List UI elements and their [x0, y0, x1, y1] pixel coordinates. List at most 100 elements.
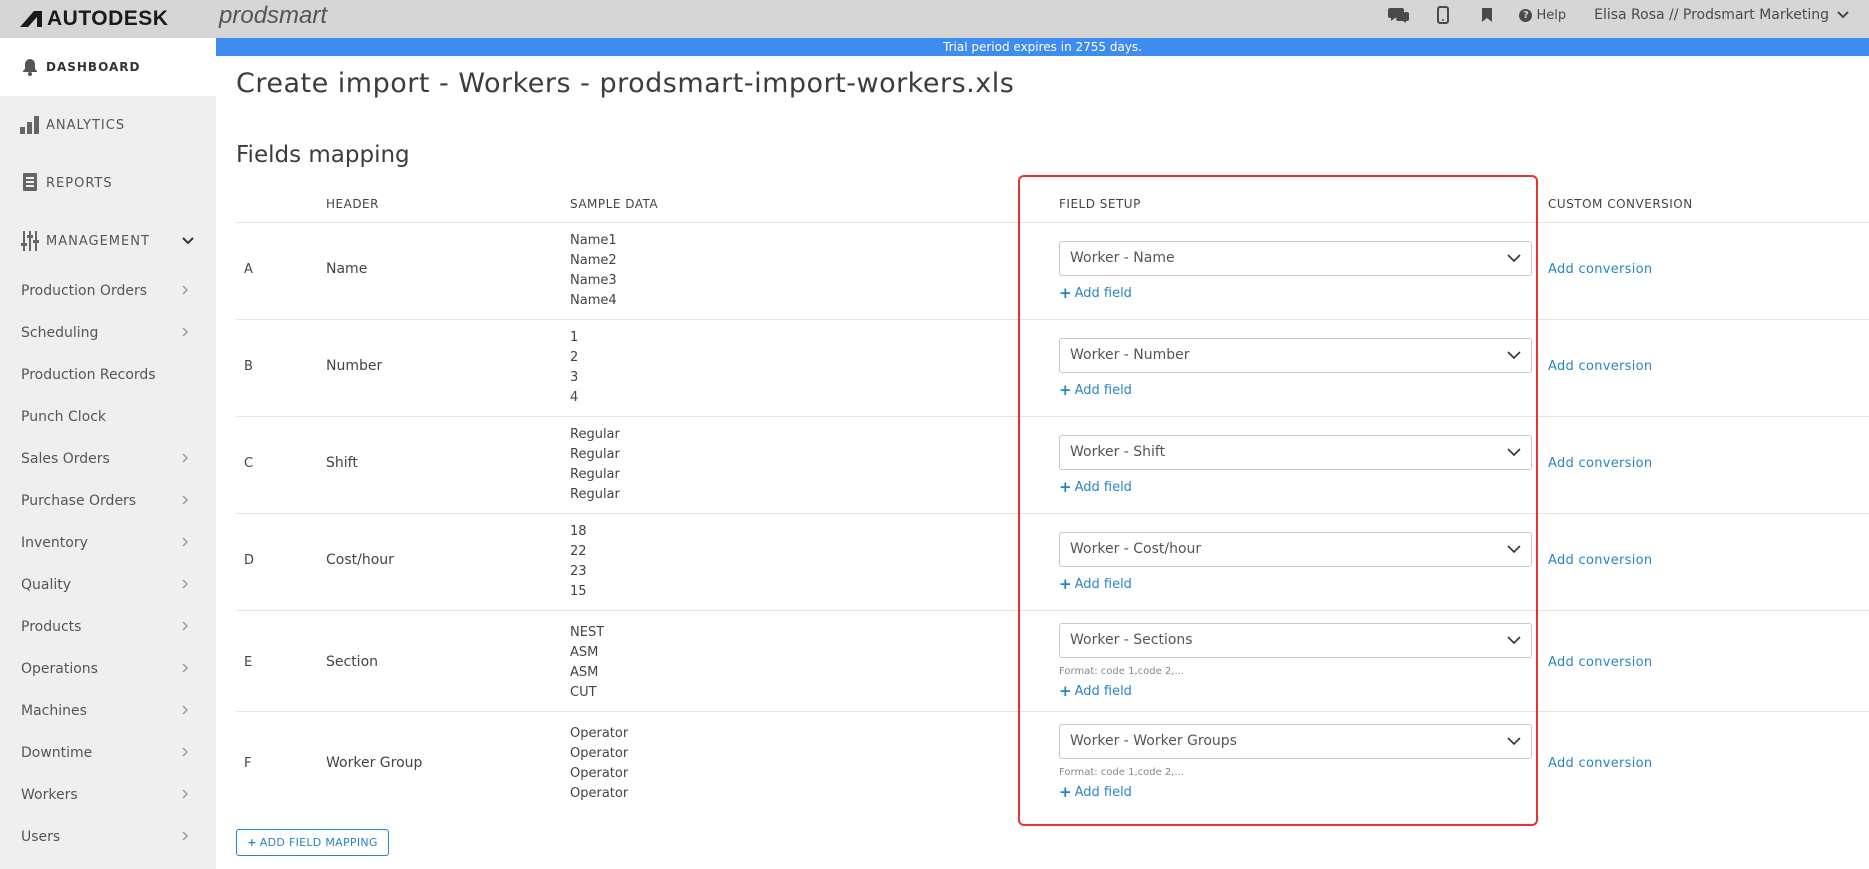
sample-value: 18	[570, 524, 587, 539]
column-letter: C	[244, 456, 254, 471]
sample-data: 1 2 3 4	[570, 328, 578, 408]
chevron-down-icon	[1507, 737, 1521, 746]
field-setup-value: Worker - Sections	[1070, 632, 1193, 648]
field-setup-select[interactable]: Worker - Worker Groups	[1059, 724, 1532, 759]
sidebar-item-scheduling[interactable]: Scheduling	[0, 312, 216, 354]
chevron-down-icon	[1507, 254, 1521, 263]
add-field-mapping-button[interactable]: + ADD FIELD MAPPING	[236, 829, 389, 856]
sidebar-label: MANAGEMENT	[46, 233, 150, 249]
bar-chart-icon	[20, 115, 40, 135]
chevron-down-icon	[182, 237, 194, 245]
chat-icon[interactable]	[1387, 3, 1411, 27]
sidebar-item-operations[interactable]: Operations	[0, 648, 216, 690]
sidebar-item-production-orders[interactable]: Production Orders	[0, 270, 216, 312]
add-field-link[interactable]: + Add field	[1059, 783, 1132, 801]
add-conversion-link[interactable]: Add conversion	[1548, 456, 1652, 471]
help-link[interactable]: ? Help	[1519, 8, 1566, 23]
product-logo[interactable]: prodsmart	[219, 2, 327, 30]
add-conversion-link[interactable]: Add conversion	[1548, 262, 1652, 277]
sidebar-item-production-records[interactable]: Production Records	[0, 354, 216, 396]
add-field-mapping-label: ADD FIELD MAPPING	[259, 836, 378, 849]
sidebar-item-users[interactable]: Users	[0, 816, 216, 858]
main-content: Create import - Workers - prodsmart-impo…	[216, 56, 1869, 869]
field-setup-value: Worker - Shift	[1070, 444, 1166, 460]
sidebar-item-punch-clock[interactable]: Punch Clock	[0, 396, 216, 438]
header-name: Shift	[326, 455, 358, 471]
chevron-right-icon	[182, 327, 188, 337]
bell-icon	[20, 57, 40, 77]
sidebar-item-dashboard[interactable]: DASHBOARD	[0, 38, 216, 96]
chevron-right-icon	[182, 747, 188, 757]
format-hint: Format: code 1,code 2,...	[1059, 666, 1184, 677]
add-field-link[interactable]: + Add field	[1059, 575, 1132, 593]
sidebar-label: REPORTS	[46, 175, 113, 191]
sliders-icon	[20, 231, 40, 251]
sample-value: 2	[570, 350, 579, 365]
help-label: Help	[1536, 7, 1567, 23]
section-title: Fields mapping	[236, 142, 410, 168]
sidebar-item-inventory[interactable]: Inventory	[0, 522, 216, 564]
add-conversion-link[interactable]: Add conversion	[1548, 756, 1652, 771]
table-row: A Name Name1 Name2 Name3 Name4 Worker - Name + A…	[236, 222, 1869, 319]
report-icon	[20, 173, 40, 193]
chevron-right-icon	[182, 453, 188, 463]
sidebar-item-label: Production Orders	[21, 283, 148, 299]
sidebar-item-label: Sales Orders	[21, 451, 110, 467]
sidebar-item-management[interactable]: MANAGEMENT	[0, 212, 216, 270]
column-header-header: HEADER	[326, 197, 379, 211]
sidebar-item-products[interactable]: Products	[0, 606, 216, 648]
sidebar-item-label: Production Records	[21, 367, 156, 383]
add-conversion-link[interactable]: Add conversion	[1548, 655, 1652, 670]
sample-value: Operator	[570, 766, 629, 781]
user-label: Elisa Rosa // Prodsmart Marketing	[1594, 7, 1829, 23]
header-name: Number	[326, 358, 383, 374]
sidebar-item-reports[interactable]: REPORTS	[0, 154, 216, 212]
add-field-link[interactable]: + Add field	[1059, 284, 1132, 302]
sidebar-label: DASHBOARD	[46, 60, 141, 74]
add-field-link[interactable]: + Add field	[1059, 682, 1132, 700]
user-menu[interactable]: Elisa Rosa // Prodsmart Marketing	[1594, 7, 1849, 23]
sidebar-item-sales-orders[interactable]: Sales Orders	[0, 438, 216, 480]
sidebar-item-quality[interactable]: Quality	[0, 564, 216, 606]
field-setup-select[interactable]: Worker - Shift	[1059, 435, 1532, 470]
sample-value: Name4	[570, 293, 617, 308]
field-setup-select[interactable]: Worker - Name	[1059, 241, 1532, 276]
sidebar-item-label: Quality	[21, 577, 72, 593]
field-setup-select[interactable]: Worker - Sections	[1059, 623, 1532, 658]
column-header-sample-data: SAMPLE DATA	[570, 197, 659, 211]
autodesk-mark-icon	[20, 11, 42, 27]
sidebar-item-label: Workers	[21, 787, 78, 803]
sidebar-label: ANALYTICS	[46, 117, 126, 133]
field-setup-select[interactable]: Worker - Cost/hour	[1059, 532, 1532, 567]
chevron-right-icon	[182, 789, 188, 799]
mobile-icon[interactable]	[1431, 3, 1455, 27]
sidebar-item-downtime[interactable]: Downtime	[0, 732, 216, 774]
sample-data: Regular Regular Regular Regular	[570, 425, 620, 505]
add-field-label: Add field	[1074, 784, 1132, 800]
sample-value: Operator	[570, 726, 629, 741]
sample-data: Operator Operator Operator Operator	[570, 724, 628, 804]
bookmark-icon[interactable]	[1475, 3, 1499, 27]
top-actions: ? Help Elisa Rosa // Prodsmart Marketing	[1387, 0, 1849, 30]
add-field-link[interactable]: + Add field	[1059, 478, 1132, 496]
field-setup-select[interactable]: Worker - Number	[1059, 338, 1532, 373]
add-conversion-link[interactable]: Add conversion	[1548, 553, 1652, 568]
chevron-right-icon	[182, 621, 188, 631]
autodesk-logo[interactable]: AUTODESK	[20, 6, 168, 32]
chevron-right-icon	[182, 285, 188, 295]
sidebar-submenu: Production Orders Scheduling Production Re…	[0, 270, 216, 858]
trial-banner: Trial period expires in 2755 days.	[216, 38, 1869, 56]
sidebar-item-workers[interactable]: Workers	[0, 774, 216, 816]
sample-value: ASM	[570, 645, 599, 660]
plus-icon: +	[247, 836, 257, 849]
add-field-link[interactable]: + Add field	[1059, 381, 1132, 399]
header-name: Name	[326, 261, 368, 277]
sample-value: Regular	[570, 487, 620, 502]
sidebar-item-machines[interactable]: Machines	[0, 690, 216, 732]
sample-value: 1	[570, 330, 579, 345]
sidebar-item-purchase-orders[interactable]: Purchase Orders	[0, 480, 216, 522]
add-conversion-link[interactable]: Add conversion	[1548, 359, 1652, 374]
sidebar-item-analytics[interactable]: ANALYTICS	[0, 96, 216, 154]
column-letter: D	[244, 553, 255, 568]
field-setup-value: Worker - Name	[1070, 250, 1175, 266]
